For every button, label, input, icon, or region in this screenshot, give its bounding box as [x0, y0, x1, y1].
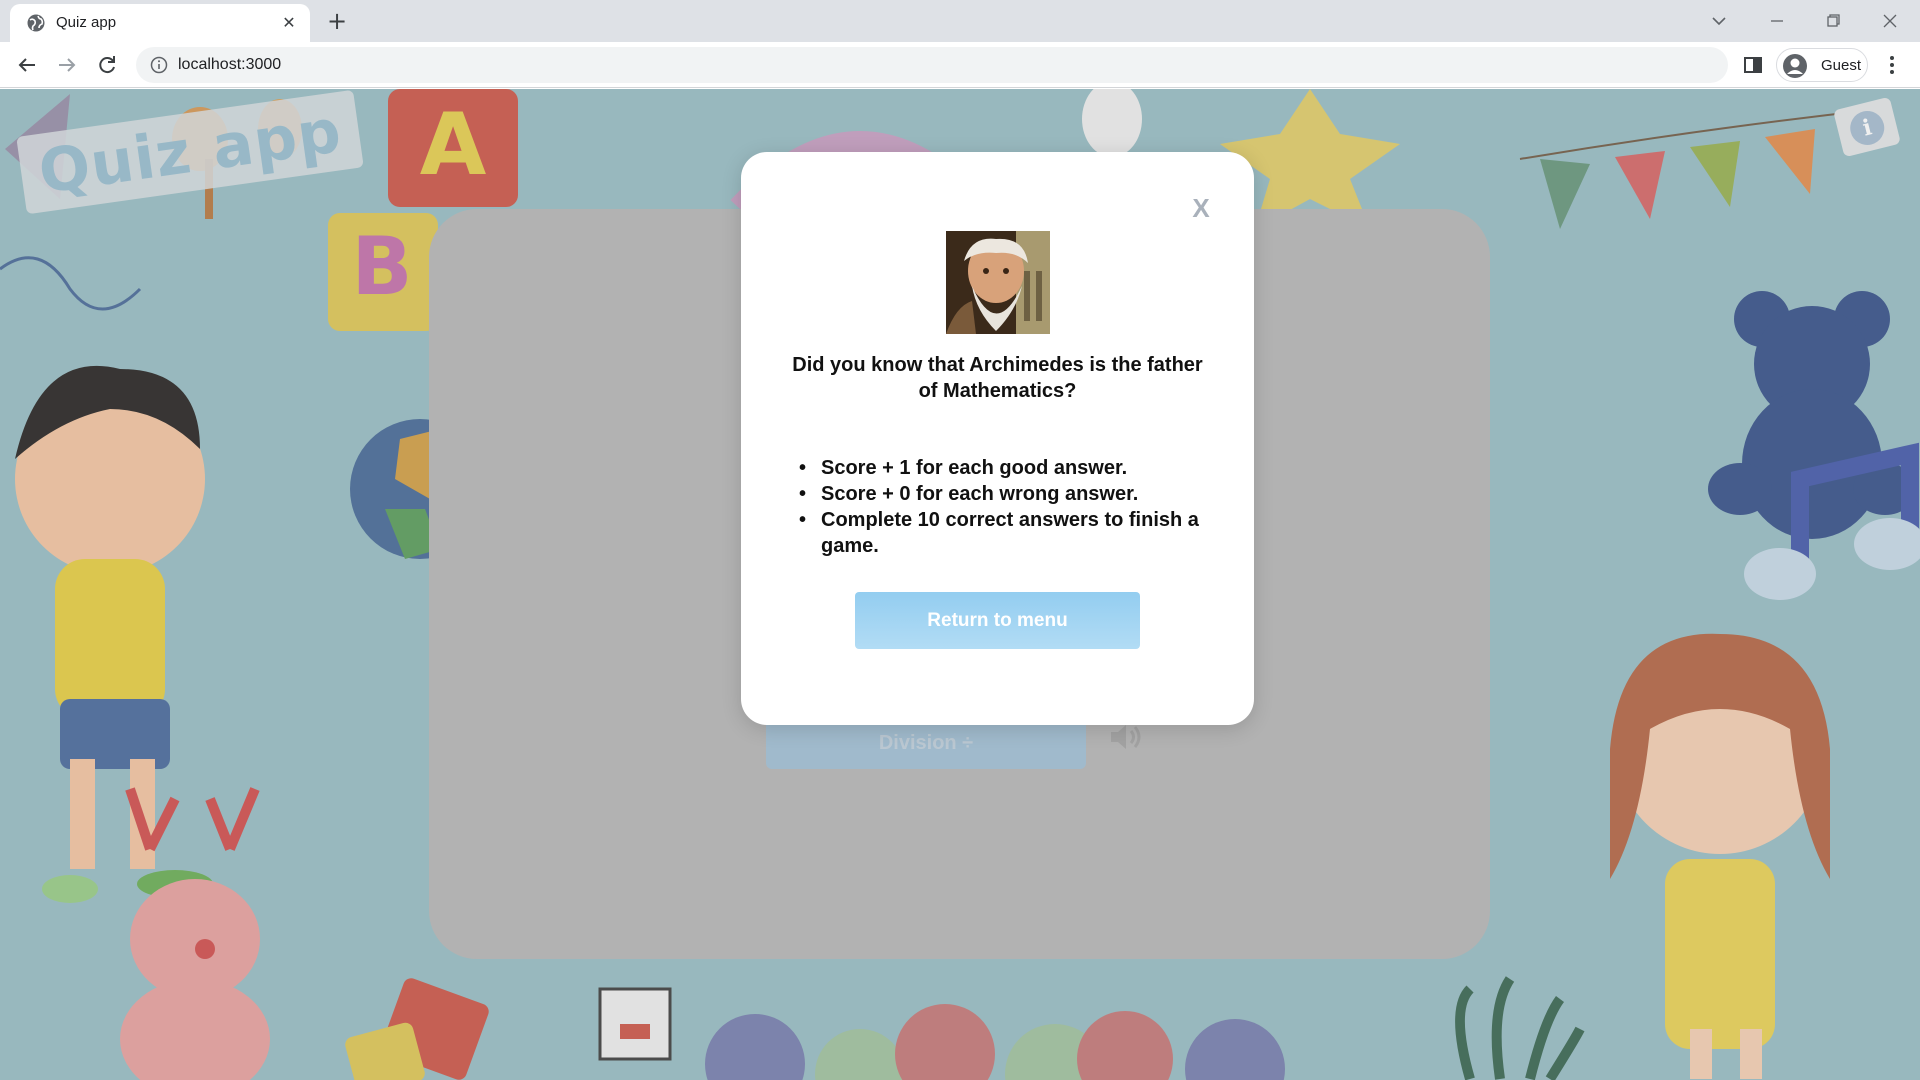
new-tab-icon[interactable]: +: [323, 8, 351, 36]
tab-search-icon[interactable]: [1706, 8, 1732, 34]
rule-item: Score + 0 for each wrong answer.: [793, 481, 1213, 507]
profile-button[interactable]: Guest: [1776, 48, 1868, 82]
browser-tab[interactable]: Quiz app ✕: [10, 4, 310, 42]
tab-close-icon[interactable]: ✕: [278, 12, 300, 34]
close-icon[interactable]: X: [1181, 188, 1221, 228]
forward-icon[interactable]: [53, 51, 81, 79]
url-text: localhost:3000: [178, 56, 282, 73]
globe-icon: [27, 14, 45, 32]
more-menu-icon[interactable]: [1880, 53, 1904, 77]
fact-text: Did you know that Archimedes is the fath…: [792, 354, 1203, 402]
rule-item: Score + 1 for each good answer.: [793, 455, 1213, 481]
site-info-icon[interactable]: [150, 56, 168, 74]
browser-toolbar: localhost:3000 Guest: [0, 42, 1920, 88]
browser-tab-strip: Quiz app ✕ +: [0, 0, 1920, 42]
tab-title: Quiz app: [56, 14, 117, 31]
back-icon[interactable]: [13, 51, 41, 79]
rule-item: Complete 10 correct answers to finish a …: [793, 507, 1213, 559]
info-modal: X Did you know that Archimedes is the fa…: [741, 152, 1254, 725]
page-viewport: A B Quiz app i Division ÷ X Did you know…: [0, 89, 1920, 1080]
profile-label: Guest: [1821, 57, 1862, 74]
address-bar[interactable]: localhost:3000: [136, 47, 1728, 83]
return-to-menu-button[interactable]: Return to menu: [855, 592, 1140, 649]
rules-list: Score + 1 for each good answer. Score + …: [793, 455, 1213, 559]
close-window-icon[interactable]: [1877, 8, 1903, 34]
avatar-icon: [1783, 54, 1807, 78]
archimedes-portrait: [946, 231, 1050, 334]
reload-icon[interactable]: [93, 51, 121, 79]
minimize-icon[interactable]: [1764, 8, 1790, 34]
restore-icon[interactable]: [1820, 8, 1846, 34]
side-panel-icon[interactable]: [1742, 54, 1764, 76]
